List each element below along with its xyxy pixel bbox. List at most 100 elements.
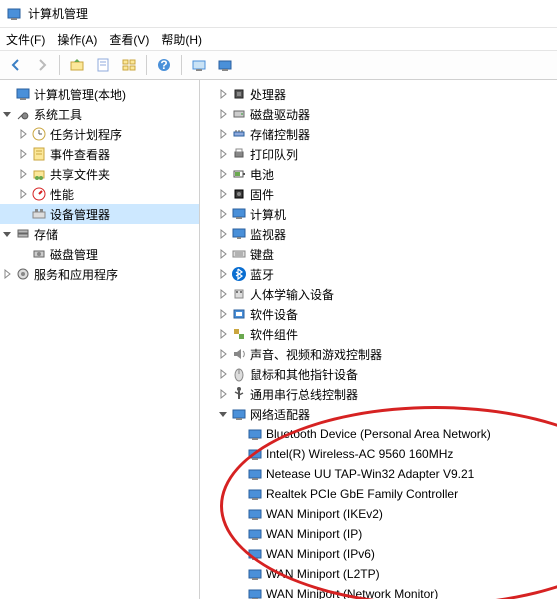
network-adapter-item[interactable]: Netease UU TAP-Win32 Adapter V9.21 bbox=[200, 464, 557, 484]
chevron-right-icon[interactable] bbox=[216, 227, 230, 241]
tree-label: 软件组件 bbox=[250, 326, 304, 343]
chevron-right-icon[interactable] bbox=[216, 267, 230, 281]
tree-system-tools[interactable]: 系统工具 bbox=[0, 104, 199, 124]
device-category-bluetooth[interactable]: 蓝牙 bbox=[200, 264, 557, 284]
network-adapter-item[interactable]: WAN Miniport (Network Monitor) bbox=[200, 584, 557, 599]
tree-label: 通用串行总线控制器 bbox=[250, 386, 364, 403]
device-category-firmware[interactable]: 固件 bbox=[200, 184, 557, 204]
chevron-right-icon[interactable] bbox=[216, 107, 230, 121]
tree-label: 任务计划程序 bbox=[50, 126, 128, 143]
chevron-right-icon[interactable] bbox=[16, 147, 30, 161]
tree-item-performance[interactable]: 性能 bbox=[0, 184, 199, 204]
chevron-right-icon[interactable] bbox=[216, 127, 230, 141]
device-category-mouse[interactable]: 鼠标和其他指针设备 bbox=[200, 364, 557, 384]
network-adapter-item[interactable]: WAN Miniport (IKEv2) bbox=[200, 504, 557, 524]
chevron-right-icon[interactable] bbox=[16, 127, 30, 141]
toolbar-separator bbox=[181, 55, 182, 75]
device-category-usb[interactable]: 通用串行总线控制器 bbox=[200, 384, 557, 404]
tree-label: 鼠标和其他指针设备 bbox=[250, 366, 364, 383]
help-button[interactable]: ? bbox=[152, 53, 176, 77]
chevron-right-icon[interactable] bbox=[216, 327, 230, 341]
device-category-sw-component[interactable]: 软件组件 bbox=[200, 324, 557, 344]
device-category-keyboard[interactable]: 键盘 bbox=[200, 244, 557, 264]
chevron-right-icon[interactable] bbox=[216, 367, 230, 381]
tree-label: WAN Miniport (IKEv2) bbox=[266, 507, 389, 521]
menu-action[interactable]: 操作(A) bbox=[57, 31, 97, 48]
chevron-right-icon[interactable] bbox=[16, 187, 30, 201]
net-adapter-icon bbox=[247, 526, 263, 542]
network-adapter-item[interactable]: Realtek PCIe GbE Family Controller bbox=[200, 484, 557, 504]
up-button[interactable] bbox=[65, 53, 89, 77]
tree-root[interactable]: 计算机管理(本地) bbox=[0, 84, 199, 104]
device-category-audio[interactable]: 声音、视频和游戏控制器 bbox=[200, 344, 557, 364]
tree-label: 监视器 bbox=[250, 226, 292, 243]
network-adapter-item[interactable]: Bluetooth Device (Personal Area Network) bbox=[200, 424, 557, 444]
tree-label: 键盘 bbox=[250, 246, 280, 263]
net-adapter-icon bbox=[247, 566, 263, 582]
tree-label: 事件查看器 bbox=[50, 146, 116, 163]
tree-label: 计算机管理(本地) bbox=[34, 86, 132, 103]
tree-label: WAN Miniport (Network Monitor) bbox=[266, 587, 444, 599]
chevron-down-icon[interactable] bbox=[216, 407, 230, 421]
chevron-right-icon[interactable] bbox=[216, 187, 230, 201]
network-adapter-item[interactable]: WAN Miniport (IPv6) bbox=[200, 544, 557, 564]
toolbar-separator bbox=[59, 55, 60, 75]
monitor-icon bbox=[231, 226, 247, 242]
tree-item-device-manager[interactable]: 设备管理器 bbox=[0, 204, 199, 224]
menu-help[interactable]: 帮助(H) bbox=[161, 31, 202, 48]
device-category-network[interactable]: 网络适配器 bbox=[200, 404, 557, 424]
storage-icon bbox=[15, 226, 31, 242]
chevron-right-icon[interactable] bbox=[0, 267, 14, 281]
show-hidden-button[interactable] bbox=[213, 53, 237, 77]
tree-label: 服务和应用程序 bbox=[34, 266, 124, 283]
chevron-right-icon[interactable] bbox=[216, 287, 230, 301]
content-area: 计算机管理(本地)系统工具任务计划程序事件查看器共享文件夹性能设备管理器存储磁盘… bbox=[0, 80, 557, 599]
computer-manage-icon bbox=[15, 86, 31, 102]
chevron-right-icon[interactable] bbox=[216, 347, 230, 361]
chevron-down-icon[interactable] bbox=[0, 227, 14, 241]
tree-label: Intel(R) Wireless-AC 9560 160MHz bbox=[266, 447, 459, 461]
back-button[interactable] bbox=[4, 53, 28, 77]
chevron-right-icon[interactable] bbox=[216, 387, 230, 401]
device-category-cpu[interactable]: 处理器 bbox=[200, 84, 557, 104]
device-category-battery[interactable]: 电池 bbox=[200, 164, 557, 184]
tree-item-task-scheduler[interactable]: 任务计划程序 bbox=[0, 124, 199, 144]
computer-icon bbox=[231, 206, 247, 222]
network-adapter-item[interactable]: WAN Miniport (L2TP) bbox=[200, 564, 557, 584]
chevron-right-icon[interactable] bbox=[16, 167, 30, 181]
menu-file[interactable]: 文件(F) bbox=[6, 31, 45, 48]
tree-item-disk-manage[interactable]: 磁盘管理 bbox=[0, 244, 199, 264]
chevron-down-icon[interactable] bbox=[0, 107, 14, 121]
device-category-computer[interactable]: 计算机 bbox=[200, 204, 557, 224]
net-adapter-icon bbox=[247, 426, 263, 442]
chevron-right-icon[interactable] bbox=[216, 87, 230, 101]
properties-button[interactable] bbox=[91, 53, 115, 77]
chevron-right-icon[interactable] bbox=[216, 207, 230, 221]
network-adapter-item[interactable]: Intel(R) Wireless-AC 9560 160MHz bbox=[200, 444, 557, 464]
device-category-sw-device[interactable]: 软件设备 bbox=[200, 304, 557, 324]
chevron-right-icon[interactable] bbox=[216, 247, 230, 261]
tree-storage[interactable]: 存储 bbox=[0, 224, 199, 244]
tree-item-shared-folders[interactable]: 共享文件夹 bbox=[0, 164, 199, 184]
view-list-button[interactable] bbox=[117, 53, 141, 77]
hid-icon bbox=[231, 286, 247, 302]
device-category-printer[interactable]: 打印队列 bbox=[200, 144, 557, 164]
tree-label: 软件设备 bbox=[250, 306, 304, 323]
menu-view[interactable]: 查看(V) bbox=[109, 31, 149, 48]
device-category-disk[interactable]: 磁盘驱动器 bbox=[200, 104, 557, 124]
chevron-right-icon[interactable] bbox=[216, 167, 230, 181]
tree-item-event-viewer[interactable]: 事件查看器 bbox=[0, 144, 199, 164]
device-category-monitor[interactable]: 监视器 bbox=[200, 224, 557, 244]
audio-icon bbox=[231, 346, 247, 362]
tree-label: 声音、视频和游戏控制器 bbox=[250, 346, 388, 363]
chevron-right-icon[interactable] bbox=[216, 147, 230, 161]
forward-button[interactable] bbox=[30, 53, 54, 77]
disk-icon bbox=[231, 106, 247, 122]
tree-label: 存储 bbox=[34, 226, 64, 243]
device-category-storage-ctrl[interactable]: 存储控制器 bbox=[200, 124, 557, 144]
scan-button[interactable] bbox=[187, 53, 211, 77]
network-adapter-item[interactable]: WAN Miniport (IP) bbox=[200, 524, 557, 544]
tree-services[interactable]: 服务和应用程序 bbox=[0, 264, 199, 284]
chevron-right-icon[interactable] bbox=[216, 307, 230, 321]
device-category-hid[interactable]: 人体学输入设备 bbox=[200, 284, 557, 304]
